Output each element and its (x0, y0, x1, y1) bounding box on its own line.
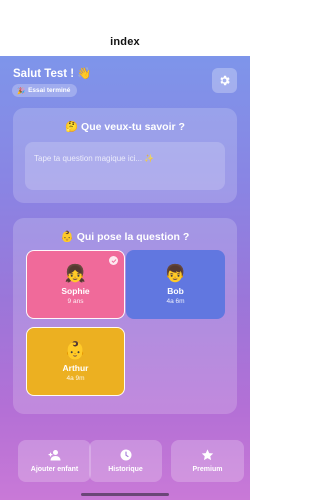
who-asks-card: 👶 Qui pose la question ? 👧 Sophie 9 ans … (13, 218, 237, 414)
status-badge: 🎉 Essai terminé (12, 84, 78, 97)
history-label: Historique (108, 466, 143, 473)
profile-card-sophie[interactable]: 👧 Sophie 9 ans (26, 250, 125, 319)
add-child-label: Ajouter enfant (30, 466, 79, 473)
check-icon (109, 256, 118, 265)
profile-age: 9 ans (67, 298, 84, 305)
home-indicator (81, 493, 169, 496)
profile-card-bob[interactable]: 👦 Bob 4a 6m (126, 250, 225, 319)
profile-name: Bob (167, 286, 184, 296)
profile-name: Sophie (61, 286, 90, 296)
baby-avatar-icon: 👶 (64, 341, 87, 360)
girl-avatar-icon: 👧 (64, 264, 87, 283)
page-title: index (110, 36, 140, 48)
boy-avatar-icon: 👦 (164, 264, 187, 283)
profile-name: Arthur (62, 363, 89, 373)
add-child-button[interactable]: Ajouter enfant (18, 440, 91, 482)
clock-icon (120, 449, 131, 461)
who-asks-title: 👶 Qui pose la question ? (60, 231, 190, 243)
settings-button[interactable] (212, 68, 237, 93)
profile-card-arthur[interactable]: 👶 Arthur 4a 9m (26, 327, 125, 396)
gear-icon (220, 75, 230, 86)
profile-age: 4a 9m (66, 375, 85, 382)
premium-button[interactable]: Premium (171, 440, 244, 482)
status-label: Essai terminé (28, 87, 71, 94)
history-button[interactable]: Historique (89, 440, 162, 482)
greeting-text: Salut Test ! 👋 (13, 68, 92, 80)
star-icon (201, 449, 214, 461)
navigation-header: index (0, 0, 250, 56)
premium-label: Premium (192, 466, 223, 473)
question-card: 🤔 Que veux-tu savoir ? Tape ta question … (13, 108, 237, 203)
add-person-icon (48, 450, 60, 461)
profile-age: 4a 6m (166, 298, 185, 305)
app-screen: Salut Test ! 👋 🎉 Essai terminé 🤔 Que veu… (0, 56, 250, 500)
question-input[interactable]: Tape ta question magique ici... ✨ (25, 142, 225, 190)
question-card-title: 🤔 Que veux-tu savoir ? (65, 121, 185, 133)
party-icon: 🎉 (17, 87, 26, 95)
